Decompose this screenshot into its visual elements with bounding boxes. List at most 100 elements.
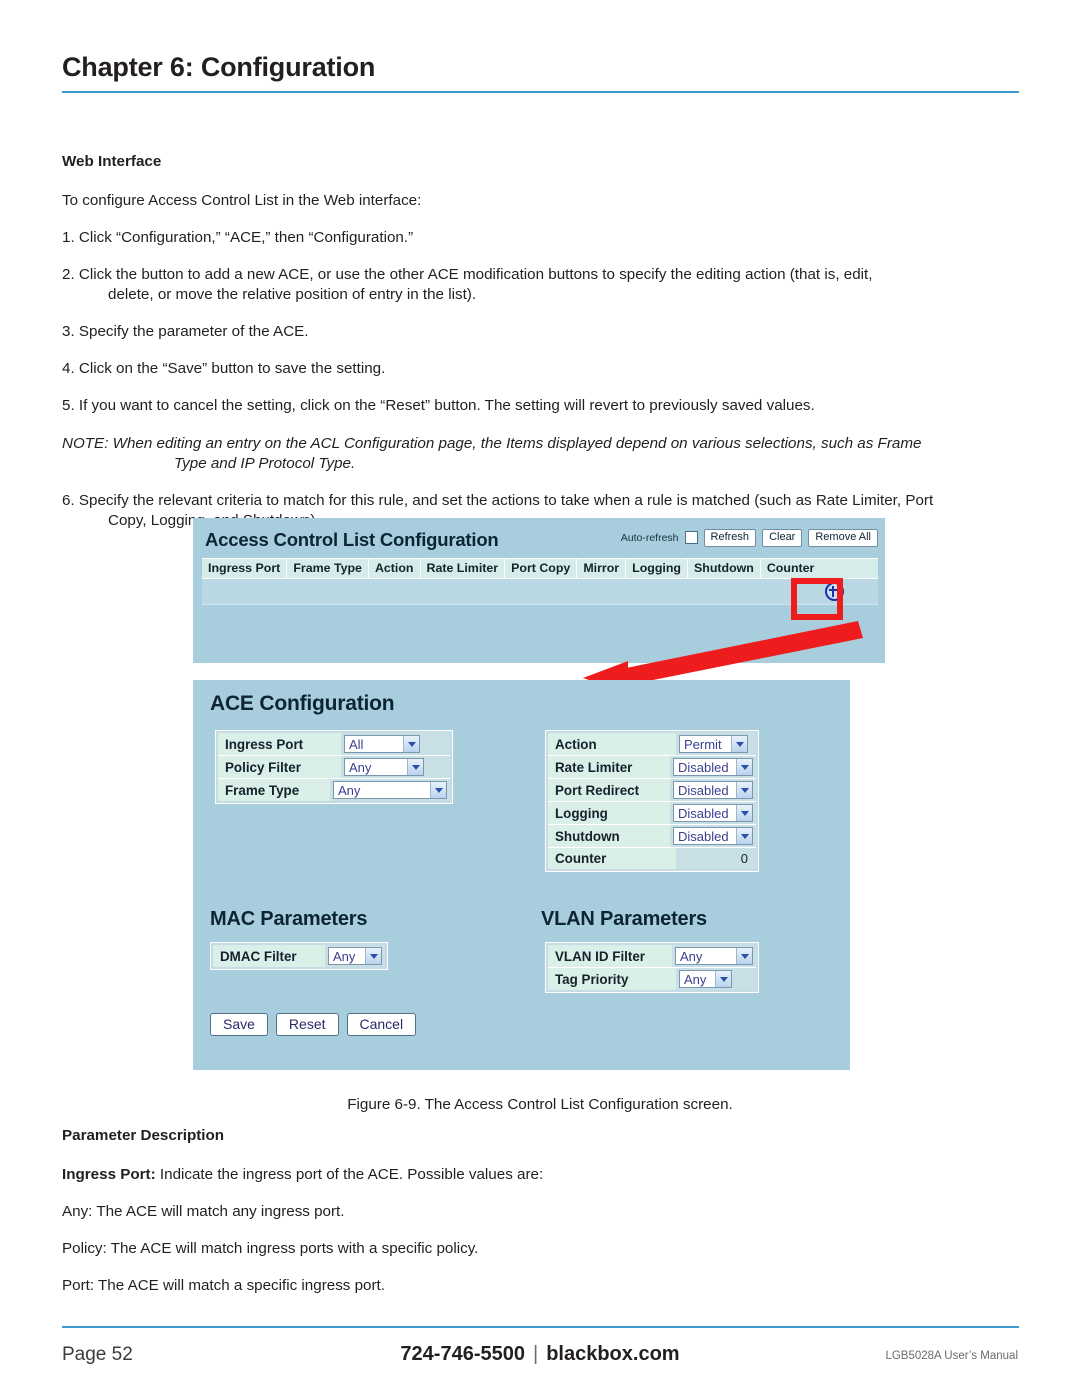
page-title: Chapter 6: Configuration — [62, 52, 376, 82]
tag-priority-select[interactable]: Any — [679, 970, 732, 988]
value-ingress-port: All — [341, 733, 450, 755]
ace-left-fields: Ingress Port All Policy Filter Any Frame… — [215, 730, 453, 804]
frame-type-value: Any — [338, 782, 361, 798]
logging-select[interactable]: Disabled — [673, 804, 753, 822]
footer-manual-name: LGB5028A User’s Manual — [885, 1350, 1018, 1362]
ace-right-fields: Action Permit Rate Limiter Disabled Port… — [545, 730, 759, 872]
field-row-vlan-id-filter: VLAN ID Filter Any — [548, 945, 756, 968]
port-redirect-select[interactable]: Disabled — [673, 781, 753, 799]
tag-priority-value: Any — [684, 971, 707, 987]
mac-parameters-title: MAC Parameters — [210, 908, 368, 930]
value-shutdown: Disabled — [670, 825, 756, 847]
document-page: Chapter 6: Configuration Web Interface T… — [0, 0, 1080, 1397]
footer-separator: | — [532, 1343, 539, 1365]
logging-value: Disabled — [678, 805, 729, 821]
step-6-line-1: 6. Specify the relevant criteria to matc… — [62, 491, 934, 509]
acl-toolbar: Auto-refresh Refresh Clear Remove All — [621, 529, 878, 547]
field-row-policy-filter: Policy Filter Any — [218, 756, 450, 779]
chevron-down-icon — [736, 948, 752, 964]
value-tag-priority: Any — [676, 968, 756, 990]
frame-type-select[interactable]: Any — [333, 781, 447, 799]
field-row-frame-type: Frame Type Any — [218, 779, 450, 801]
column-frame-type: Frame Type — [287, 559, 369, 578]
ingress-port-select[interactable]: All — [344, 735, 420, 753]
column-logging: Logging — [626, 559, 688, 578]
acl-table-header-row: Ingress Port Frame Type Action Rate Limi… — [202, 558, 878, 579]
label-port-redirect: Port Redirect — [548, 779, 670, 801]
value-vlan-id-filter: Any — [672, 945, 756, 967]
field-row-action: Action Permit — [548, 733, 756, 756]
vlan-id-filter-value: Any — [680, 948, 703, 964]
label-rate-limiter: Rate Limiter — [548, 756, 670, 778]
ace-action-buttons: Save Reset Cancel — [210, 1013, 417, 1036]
value-frame-type: Any — [330, 779, 450, 801]
header-divider — [62, 91, 1019, 93]
step-5: 5. If you want to cancel the setting, cl… — [62, 397, 815, 415]
reset-button[interactable]: Reset — [275, 1013, 339, 1036]
note-line-2: Type and IP Protocol Type. — [174, 454, 356, 472]
field-row-counter: Counter 0 — [548, 848, 756, 869]
step-2-line-1: 2. Click the button to add a new ACE, or… — [62, 266, 873, 284]
value-any-description: Any: The ACE will match any ingress port… — [62, 1203, 345, 1221]
column-action: Action — [369, 559, 421, 578]
column-rate-limiter: Rate Limiter — [421, 559, 506, 578]
step-1: 1. Click “Configuration,” “ACE,” then “C… — [62, 229, 414, 247]
figure-screenshot: Access Control List Configuration Auto-r… — [193, 518, 893, 1073]
ace-configuration-panel: ACE Configuration Ingress Port All Polic… — [193, 680, 850, 1070]
shutdown-value: Disabled — [678, 828, 729, 844]
cancel-button[interactable]: Cancel — [346, 1013, 417, 1036]
column-ingress-port: Ingress Port — [202, 559, 288, 578]
footer-website: blackbox.com — [546, 1343, 680, 1365]
acl-configuration-panel: Access Control List Configuration Auto-r… — [193, 518, 885, 663]
rate-limiter-select[interactable]: Disabled — [673, 758, 753, 776]
action-value: Permit — [684, 736, 722, 752]
value-port-redirect: Disabled — [670, 779, 756, 801]
acl-table-empty-row — [202, 579, 878, 605]
label-action: Action — [548, 733, 676, 755]
refresh-button[interactable]: Refresh — [703, 529, 757, 547]
chevron-down-icon — [731, 736, 747, 752]
policy-filter-select[interactable]: Any — [344, 758, 424, 776]
vlan-id-filter-select[interactable]: Any — [675, 947, 753, 965]
step-2-line-2: delete, or move the relative position of… — [108, 286, 477, 304]
chevron-down-icon — [403, 736, 419, 752]
dmac-filter-value: Any — [333, 948, 356, 964]
value-dmac-filter: Any — [325, 945, 385, 967]
label-counter: Counter — [548, 848, 676, 869]
save-button[interactable]: Save — [210, 1013, 268, 1036]
port-redirect-value: Disabled — [678, 782, 729, 798]
shutdown-select[interactable]: Disabled — [673, 827, 753, 845]
field-row-port-redirect: Port Redirect Disabled — [548, 779, 756, 802]
step-3: 3. Specify the parameter of the ACE. — [62, 323, 309, 341]
value-policy-description: Policy: The ACE will match ingress ports… — [62, 1240, 479, 1258]
value-logging: Disabled — [670, 802, 756, 824]
action-select[interactable]: Permit — [679, 735, 748, 753]
field-row-tag-priority: Tag Priority Any — [548, 968, 756, 990]
field-row-shutdown: Shutdown Disabled — [548, 825, 756, 848]
dmac-filter-select[interactable]: Any — [328, 947, 382, 965]
chevron-down-icon — [736, 828, 752, 844]
parameter-description-block: Parameter Description Ingress Port: Indi… — [62, 1126, 1019, 1313]
mac-parameters-fields: DMAC Filter Any — [210, 942, 388, 970]
chevron-down-icon — [430, 782, 446, 798]
vlan-parameters-fields: VLAN ID Filter Any Tag Priority Any — [545, 942, 759, 993]
chevron-down-icon — [365, 948, 381, 964]
step-4: 4. Click on the “Save” button to save th… — [62, 360, 386, 378]
section-heading: Web Interface — [62, 153, 162, 170]
clear-button[interactable]: Clear — [762, 529, 803, 547]
remove-all-button[interactable]: Remove All — [808, 529, 878, 547]
note-paragraph: NOTE: When editing an entry on the ACL C… — [62, 434, 1019, 474]
acl-panel-title: Access Control List Configuration — [205, 529, 499, 550]
step-2: 2. Click the button to add a new ACE, or… — [62, 265, 1019, 305]
note-line-1: NOTE: When editing an entry on the ACL C… — [62, 434, 922, 452]
policy-filter-value: Any — [349, 759, 372, 775]
intro-paragraph: To configure Access Control List in the … — [62, 192, 422, 210]
field-row-logging: Logging Disabled — [548, 802, 756, 825]
ingress-port-term: Ingress Port: — [62, 1166, 156, 1184]
chevron-down-icon — [736, 759, 752, 775]
counter-value: 0 — [676, 848, 756, 869]
field-row-rate-limiter: Rate Limiter Disabled — [548, 756, 756, 779]
auto-refresh-checkbox[interactable] — [684, 531, 698, 545]
label-logging: Logging — [548, 802, 670, 824]
label-ingress-port: Ingress Port — [218, 733, 341, 755]
